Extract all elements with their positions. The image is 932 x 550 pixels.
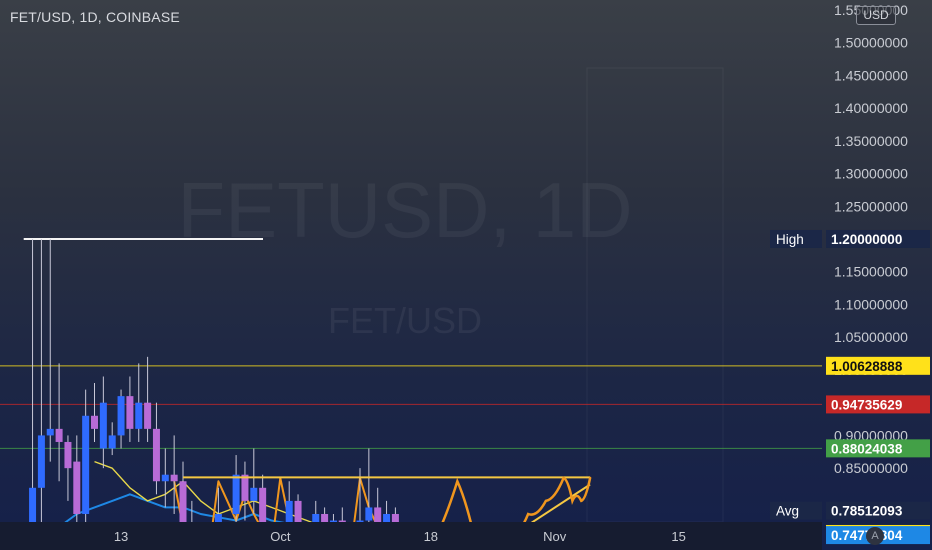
candle-body <box>46 428 54 436</box>
candle-body <box>374 507 382 522</box>
level-name: High <box>776 232 804 247</box>
x-tick-label: 18 <box>424 529 438 544</box>
chart[interactable]: FETUSD, 1D FET/USD 1.550000001.500000001… <box>0 0 932 550</box>
candle-body <box>214 513 222 522</box>
level-name: Avg <box>776 504 799 519</box>
level-label-value: 0.94735629 <box>831 397 902 412</box>
y-tick-label: 1.25000000 <box>834 198 908 214</box>
candle-body <box>356 520 364 522</box>
candle-body <box>91 415 98 429</box>
y-tick-label: 1.35000000 <box>834 133 908 149</box>
candle-body <box>99 402 107 449</box>
candle-body <box>82 415 90 514</box>
y-tick-label: 1.45000000 <box>834 67 908 83</box>
candle-body <box>135 402 143 429</box>
candle-body <box>152 428 160 482</box>
candle-body <box>161 474 169 482</box>
candle-body <box>391 513 399 522</box>
candle-body <box>64 441 72 469</box>
watermark-main: FETUSD, 1D <box>177 166 632 254</box>
x-tick-label: Oct <box>270 529 291 544</box>
chart-title: FET/USD, 1D, COINBASE <box>10 9 180 25</box>
x-tick-label: 13 <box>114 529 128 544</box>
candle-body <box>250 487 258 501</box>
candle-body <box>329 520 337 522</box>
y-tick-label: 1.40000000 <box>834 100 908 116</box>
candle-body <box>312 513 320 522</box>
candle-body <box>144 402 152 429</box>
y-tick-label: 1.15000000 <box>834 264 908 280</box>
x-tick-label: 15 <box>671 529 685 544</box>
level-label-value: 0.78512093 <box>831 504 903 519</box>
currency-button[interactable]: USD <box>856 6 896 25</box>
candle-body <box>179 481 187 522</box>
x-tick-label: Nov <box>543 529 567 544</box>
candle-body <box>117 396 125 436</box>
candle-body <box>294 500 302 522</box>
y-tick-label: 1.10000000 <box>834 296 908 312</box>
candle-body <box>73 461 81 514</box>
candle-body <box>321 513 329 522</box>
candle-body <box>126 396 134 429</box>
y-tick-label: 1.30000000 <box>834 166 908 182</box>
level-label-value: 0.88024038 <box>831 441 903 456</box>
y-tick-label: 1.50000000 <box>834 35 908 51</box>
candle-body <box>29 487 37 522</box>
auto-scale-button[interactable]: A <box>866 527 884 545</box>
candle-body <box>338 520 346 522</box>
watermark: FETUSD, 1D FET/USD <box>177 166 632 341</box>
candles <box>29 238 399 541</box>
candle-body <box>383 513 391 522</box>
level-label-value: 1.20000000 <box>831 232 902 247</box>
grid-box <box>586 67 724 523</box>
candle-body <box>55 428 63 442</box>
candle-body <box>232 474 240 514</box>
candle-body <box>108 435 116 449</box>
price-levels <box>0 67 822 523</box>
level-label-value: 1.00628888 <box>831 359 903 374</box>
watermark-sub: FET/USD <box>328 300 482 341</box>
y-tick-label: 1.05000000 <box>834 329 908 345</box>
y-tick-label: 0.85000000 <box>834 460 908 476</box>
candle-body <box>259 487 267 522</box>
x-axis[interactable]: 13 Oct 18 Nov 15 <box>0 522 822 550</box>
candle-body <box>365 507 373 521</box>
candle-body <box>170 474 178 482</box>
candle-body <box>37 435 45 488</box>
candle-body <box>241 474 249 501</box>
candle-body <box>285 500 293 522</box>
